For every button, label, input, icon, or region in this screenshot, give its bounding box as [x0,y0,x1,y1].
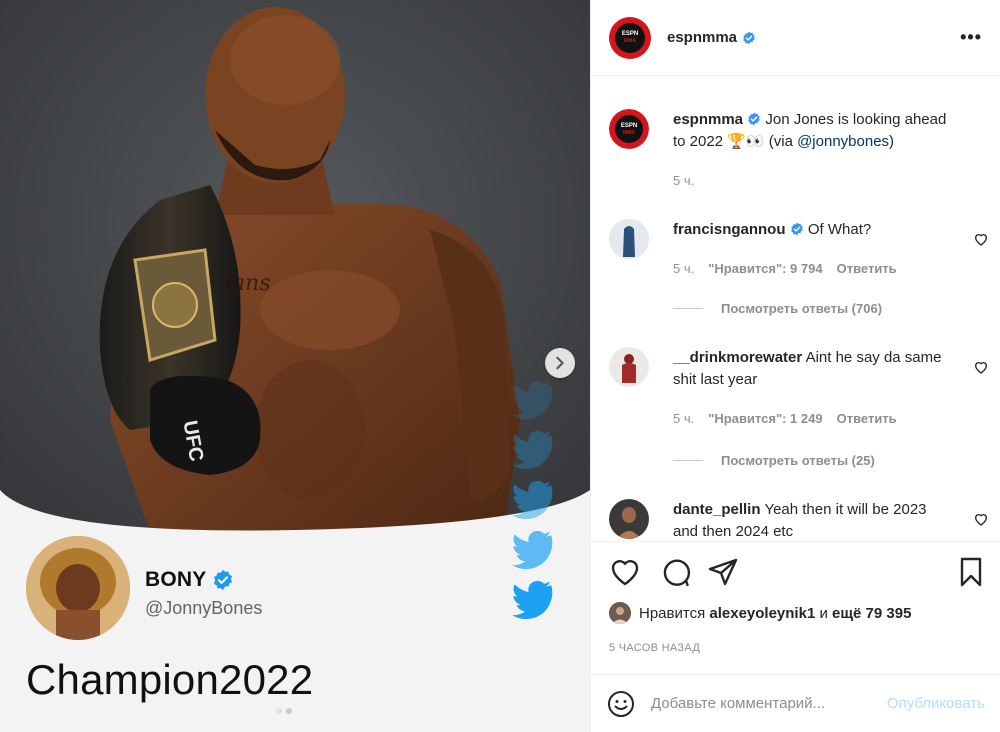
comment-item: __drinkmorewater Aint he say da same shi… [609,347,989,468]
tweet-avatar [26,536,130,640]
share-icon[interactable] [707,556,739,588]
comment-body: __drinkmorewater Aint he say da same shi… [673,347,953,391]
verified-badge-icon [214,569,233,591]
heart-icon[interactable] [973,511,989,527]
liker-avatar [609,602,631,624]
comment-avatar[interactable] [609,499,649,539]
post-side-panel: ESPN MMA espnmma ••• ESPN MMA espnmma Jo… [590,0,1000,732]
reply-button[interactable]: Ответить [837,411,897,426]
action-icons [609,556,987,588]
comment-body: dante_pellin Yeah then it will be 2023 a… [673,499,953,541]
more-options-icon[interactable]: ••• [960,27,982,48]
espnmma-avatar[interactable]: ESPN MMA [609,16,651,59]
caption-meta: 5 ч. [673,173,694,188]
comment-time: 5 ч. [673,411,695,426]
heart-icon[interactable] [973,359,989,375]
likes-summary[interactable]: Нравится alexeyoleynik1 и ещё 79 395 [609,602,911,624]
espn-logo: ESPN MMA [615,22,645,53]
comment-likes[interactable]: "Нравится": 1 249 [708,411,822,426]
tweet-author-handle: @JonnyBones [145,598,263,618]
view-replies-button[interactable]: Посмотреть ответы (706) [673,301,882,316]
verified-badge-icon [748,112,760,126]
comment-meta: 5 ч. "Нравится": 9 794 Ответить [673,261,897,276]
carousel-dots [276,708,292,714]
post-actions: Нравится alexeyoleynik1 и ещё 79 395 5 Ч… [591,541,1000,691]
post-time-ago: 5 ЧАСОВ НАЗАД [609,642,701,654]
chevron-right-icon [556,356,564,370]
carousel-dot [286,708,292,714]
espnmma-caption-avatar[interactable]: ESPN MMA [609,109,649,149]
caption-time: 5 ч. [673,173,695,188]
comment-avatar[interactable] [609,347,649,387]
comment-username[interactable]: francisngannou [673,221,786,238]
post-caption: ESPN MMA espnmma Jon Jones is looking ah… [609,109,989,199]
post-media[interactable]: UFC ians BONY @JonnyBones Champion2022 [0,0,590,732]
carousel-dot [276,708,282,714]
heart-icon[interactable] [609,556,641,588]
post-author-name[interactable]: espnmma [667,29,756,46]
caption-mention-link[interactable]: @jonnybones [797,133,889,150]
comment-avatar[interactable] [609,219,649,259]
espn-logo: ESPN MMA [609,109,649,149]
view-replies-button[interactable]: Посмотреть ответы (25) [673,453,875,468]
next-slide-button[interactable] [545,348,575,378]
comment-item: dante_pellin Yeah then it will be 2023 a… [609,499,989,541]
comment-icon[interactable] [659,556,691,588]
lion-avatar-image [26,536,130,640]
add-comment-bar: Опубликовать [591,674,1000,732]
tweet-card: BONY @JonnyBones Champion2022 [0,0,590,732]
reply-button[interactable]: Ответить [837,261,897,276]
comment-likes[interactable]: "Нравится": 9 794 [708,261,822,276]
comments-list[interactable]: ESPN MMA espnmma Jon Jones is looking ah… [591,77,1000,541]
bookmark-icon[interactable] [955,556,987,588]
comment-text: Of What? [807,221,872,238]
caption-body: espnmma Jon Jones is looking ahead to 20… [673,111,947,150]
comment-item: francisngannou Of What? 5 ч. "Нравится":… [609,219,989,319]
comment-username[interactable]: __drinkmorewater [673,349,802,366]
twitter-bird-icon [512,380,553,620]
emoji-icon[interactable] [607,690,635,718]
tweet-author-name: BONY [145,568,234,592]
heart-icon[interactable] [973,231,989,247]
comment-username[interactable]: dante_pellin [673,501,761,518]
comment-input[interactable] [651,695,851,712]
comment-time: 5 ч. [673,261,695,276]
verified-badge-icon [790,222,803,236]
verified-badge-icon [743,31,755,44]
post-header: ESPN MMA espnmma ••• [591,0,1000,76]
tweet-text: Champion2022 [26,656,314,703]
comment-body: francisngannou Of What? [673,219,953,241]
caption-username[interactable]: espnmma [673,111,743,128]
comment-meta: 5 ч. "Нравится": 1 249 Ответить [673,411,897,426]
publish-button[interactable]: Опубликовать [887,695,985,712]
